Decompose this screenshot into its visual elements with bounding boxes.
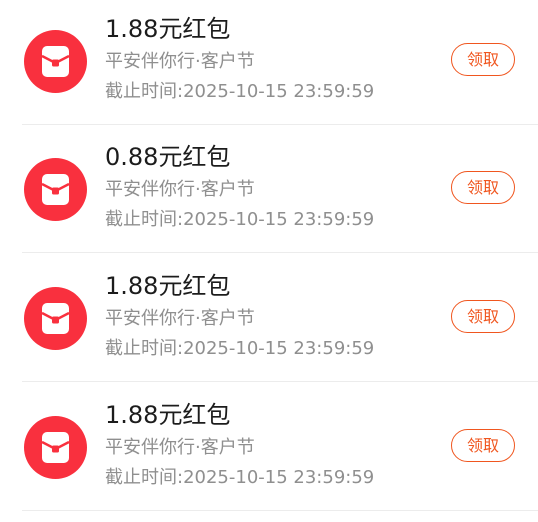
- divider: [22, 510, 538, 511]
- packet-title: 1.88元红包: [105, 272, 231, 300]
- packet-title: 0.88元红包: [105, 143, 231, 171]
- packet-campaign: 平安伴你行·客户节: [105, 51, 255, 72]
- packet-campaign: 平安伴你行·客户节: [105, 437, 255, 458]
- claim-button[interactable]: 领取: [451, 43, 515, 76]
- packet-title: 1.88元红包: [105, 15, 231, 43]
- red-envelope-icon: [24, 287, 87, 350]
- red-envelope-icon: [24, 30, 87, 93]
- packet-title: 1.88元红包: [105, 401, 231, 429]
- red-envelope-icon: [24, 416, 87, 479]
- packet-campaign: 平安伴你行·客户节: [105, 308, 255, 329]
- claim-button[interactable]: 领取: [451, 300, 515, 333]
- red-packet-item: 1.88元红包 平安伴你行·客户节 截止时间:2025-10-15 23:59:…: [0, 254, 538, 382]
- red-packet-item: 0.88元红包 平安伴你行·客户节 截止时间:2025-10-15 23:59:…: [0, 125, 538, 253]
- claim-button[interactable]: 领取: [451, 171, 515, 204]
- packet-deadline: 截止时间:2025-10-15 23:59:59: [105, 338, 375, 359]
- red-packet-item: 1.88元红包 平安伴你行·客户节 截止时间:2025-10-15 23:59:…: [0, 0, 538, 125]
- packet-campaign: 平安伴你行·客户节: [105, 179, 255, 200]
- packet-deadline: 截止时间:2025-10-15 23:59:59: [105, 209, 375, 230]
- red-packet-list: 1.88元红包 平安伴你行·客户节 截止时间:2025-10-15 23:59:…: [0, 0, 538, 522]
- claim-button[interactable]: 领取: [451, 429, 515, 462]
- red-packet-item: 1.88元红包 平安伴你行·客户节 截止时间:2025-10-15 23:59:…: [0, 383, 538, 511]
- red-envelope-icon: [24, 158, 87, 221]
- divider: [22, 381, 538, 382]
- divider: [22, 252, 538, 253]
- packet-deadline: 截止时间:2025-10-15 23:59:59: [105, 81, 375, 102]
- packet-deadline: 截止时间:2025-10-15 23:59:59: [105, 467, 375, 488]
